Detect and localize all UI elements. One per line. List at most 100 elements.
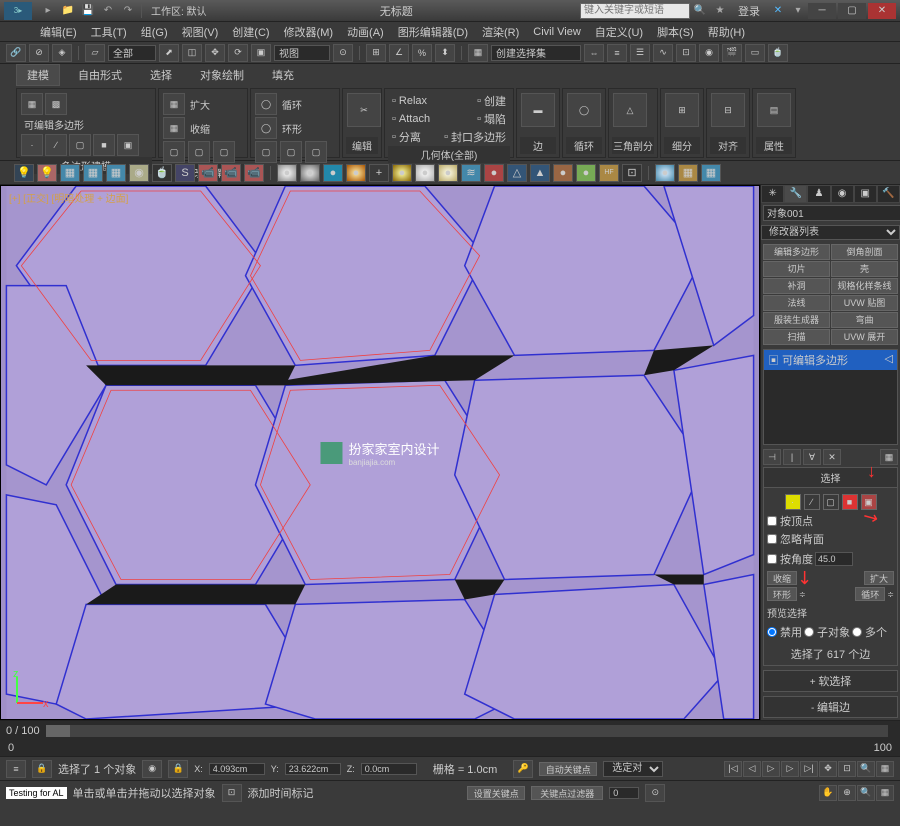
rollout-softsel-header[interactable]: + 软选择 — [763, 670, 898, 692]
goto-end-icon[interactable]: ▷| — [800, 761, 818, 777]
cursor-icon[interactable]: ⬈ — [159, 44, 179, 62]
menu-script[interactable]: 脚本(S) — [657, 24, 694, 40]
edit-big-icon[interactable]: ✂ — [347, 93, 381, 127]
tab-utilities[interactable]: 🔨 — [877, 185, 900, 203]
next-frame-icon[interactable]: ▷ — [781, 761, 799, 777]
prev-frame-icon[interactable]: ◁ — [743, 761, 761, 777]
menu-custom[interactable]: 自定义(U) — [595, 24, 643, 40]
c1-icon[interactable]: 💡 — [14, 164, 34, 182]
time-ruler[interactable]: 0100 — [0, 740, 900, 756]
r2-icon[interactable]: ▢ — [188, 141, 210, 163]
render-setup-icon[interactable]: 🎬 — [722, 44, 742, 62]
scale-icon[interactable]: ▣ — [251, 44, 271, 62]
percent-snap-icon[interactable]: % — [412, 44, 432, 62]
keyfilter-button[interactable]: 关键点过滤器 — [531, 786, 603, 800]
x-coord[interactable] — [209, 763, 265, 775]
c6-icon[interactable]: ◉ — [129, 164, 149, 182]
ring-ricon[interactable]: ◯ — [255, 117, 277, 139]
open-icon[interactable]: 📁 — [59, 3, 77, 19]
c9-icon[interactable]: 📹 — [198, 164, 218, 182]
pivot-icon[interactable]: ⊙ — [333, 44, 353, 62]
c7-icon[interactable]: 🍵 — [152, 164, 172, 182]
mat12-icon[interactable]: ▲ — [530, 164, 550, 182]
goto-start-icon[interactable]: |◁ — [724, 761, 742, 777]
grow-ricon[interactable]: ▦ — [163, 93, 185, 115]
selset-combo[interactable]: 创建选择集 — [491, 45, 581, 61]
mesh-icon[interactable]: ▩ — [45, 93, 67, 115]
ribbon-tab-modeling[interactable]: 建模 — [16, 64, 60, 86]
mat4-icon[interactable]: ● — [346, 164, 366, 182]
edge-big-icon[interactable]: ▬ — [521, 93, 555, 127]
modifier-stack[interactable]: ▣ 可编辑多边形◁ — [763, 349, 898, 446]
mat5-icon[interactable]: + — [369, 164, 389, 182]
play-icon[interactable]: ▷ — [762, 761, 780, 777]
subd-big-icon[interactable]: ⊞ — [665, 93, 699, 127]
mat1-icon[interactable]: ● — [277, 164, 297, 182]
minimize-button[interactable]: ─ — [808, 3, 836, 19]
angle-snap-icon[interactable]: ∠ — [389, 44, 409, 62]
subobj-vertex-icon[interactable]: · — [785, 494, 801, 510]
app-logo[interactable]: 3▸ — [4, 2, 32, 20]
mat2-icon[interactable]: ● — [300, 164, 320, 182]
search-input[interactable] — [580, 3, 690, 19]
tab-create[interactable]: ✳ — [761, 185, 784, 203]
mat8-icon[interactable]: ● — [438, 164, 458, 182]
r3-icon[interactable]: ▢ — [213, 141, 235, 163]
viewport-label[interactable]: [+] [正交] [明暗处理 + 边面] — [9, 190, 128, 205]
nav4-icon[interactable]: ▦ — [876, 761, 894, 777]
window-icon[interactable]: ◫ — [182, 44, 202, 62]
render-frame-icon[interactable]: ▭ — [745, 44, 765, 62]
pin-icon[interactable]: ⊣ — [763, 449, 781, 465]
mat16-icon[interactable]: ⊡ — [622, 164, 642, 182]
align-big-icon[interactable]: ⊟ — [711, 93, 745, 127]
mat17-icon[interactable]: ● — [655, 164, 675, 182]
r4-icon[interactable]: ▢ — [255, 141, 277, 163]
mat9-icon[interactable]: ≋ — [461, 164, 481, 182]
login-link[interactable]: 登录 — [738, 3, 760, 19]
help-icon[interactable]: 🔍 — [691, 3, 709, 19]
r1-icon[interactable]: ▢ — [163, 141, 185, 163]
mirror-icon[interactable]: ⇔ — [584, 44, 604, 62]
sub3-icon[interactable]: ▢ — [69, 134, 91, 156]
tri-big-icon[interactable]: △ — [613, 93, 647, 127]
loop-button[interactable]: 循环 — [855, 587, 885, 601]
r6-icon[interactable]: ▢ — [305, 141, 327, 163]
menu-anim[interactable]: 动画(A) — [347, 24, 384, 40]
ignore-backface-check[interactable]: 忽略背面 — [767, 531, 894, 547]
sub1-icon[interactable]: · — [21, 134, 43, 156]
mat13-icon[interactable]: ● — [553, 164, 573, 182]
menu-graph[interactable]: 图形编辑器(D) — [398, 24, 468, 40]
pan-icon[interactable]: ✋ — [819, 785, 837, 801]
x-icon[interactable]: ✕ — [769, 3, 787, 19]
y-coord[interactable] — [285, 763, 341, 775]
stack-item-epoly[interactable]: ▣ 可编辑多边形◁ — [764, 350, 897, 370]
save-icon[interactable]: 💾 — [79, 3, 97, 19]
tab-display[interactable]: ▣ — [854, 185, 877, 203]
show-icon[interactable]: | — [783, 449, 801, 465]
menu-tools[interactable]: 工具(T) — [91, 24, 127, 40]
menu-modifier[interactable]: 修改器(M) — [284, 24, 334, 40]
c2-icon[interactable]: 💡 — [37, 164, 57, 182]
select-icon[interactable]: ▱ — [85, 44, 105, 62]
ring-button[interactable]: 环形 — [767, 587, 797, 601]
lock2-icon[interactable]: 🔒 — [168, 760, 188, 778]
curve-icon[interactable]: ∿ — [653, 44, 673, 62]
c3-icon[interactable]: ▦ — [60, 164, 80, 182]
c4-icon[interactable]: ▦ — [83, 164, 103, 182]
remove-icon[interactable]: ✕ — [823, 449, 841, 465]
rollout-editedge-header[interactable]: - 编辑边 — [763, 696, 898, 718]
attach-btn[interactable]: ▫Attach▫塌陷 — [388, 110, 510, 128]
material-icon[interactable]: ◉ — [699, 44, 719, 62]
modifier-list-combo[interactable]: 修改器列表 — [761, 225, 900, 240]
nav2-icon[interactable]: ⊡ — [838, 761, 856, 777]
nav1-icon[interactable]: ✥ — [819, 761, 837, 777]
iso-icon[interactable]: ◉ — [142, 760, 162, 778]
grow-button[interactable]: 扩大 — [864, 571, 894, 585]
render-icon[interactable]: 🍵 — [768, 44, 788, 62]
z-coord[interactable] — [361, 763, 417, 775]
new-icon[interactable]: ▸ — [39, 3, 57, 19]
setkey-button[interactable]: 设置关键点 — [467, 786, 525, 800]
addtime-label[interactable]: 添加时间标记 — [248, 785, 314, 801]
mat18-icon[interactable]: ▦ — [678, 164, 698, 182]
rotate-icon[interactable]: ⟳ — [228, 44, 248, 62]
